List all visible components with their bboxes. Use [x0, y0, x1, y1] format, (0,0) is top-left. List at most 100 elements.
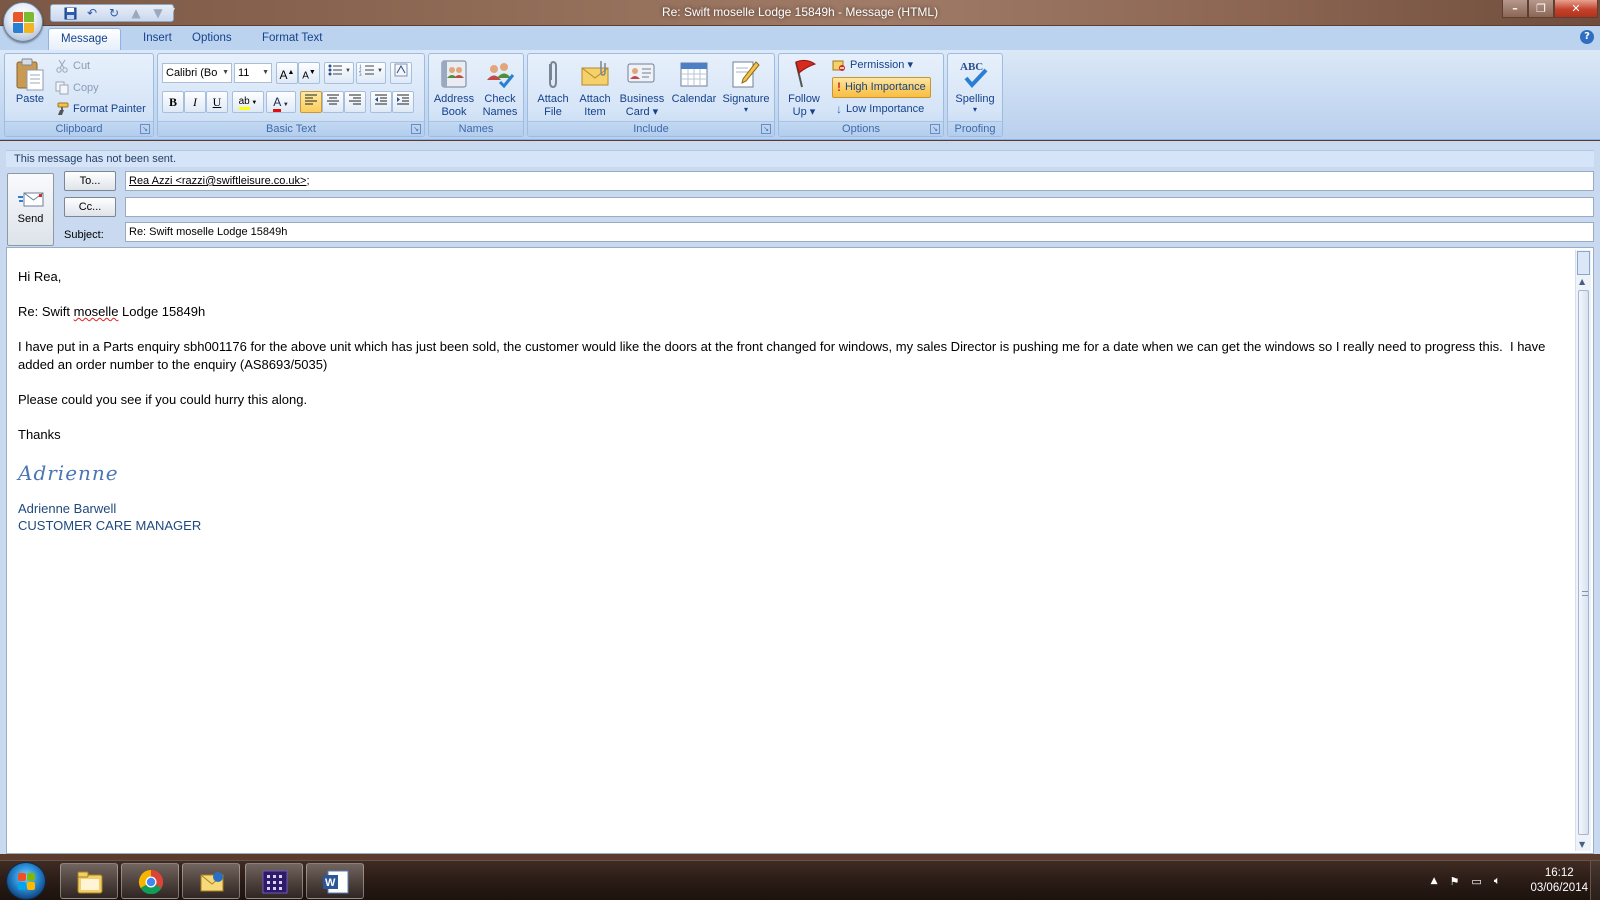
tab-message[interactable]: Message	[48, 28, 121, 50]
misspelled-word[interactable]: moselle	[74, 304, 119, 319]
align-left-button[interactable]	[300, 91, 322, 113]
calendar-button[interactable]: Calendar	[668, 56, 720, 120]
align-center-button[interactable]	[322, 91, 344, 113]
shrink-font-button[interactable]: A▼	[298, 62, 320, 84]
font-color-button[interactable]: A ▼	[266, 91, 296, 113]
copy-label: Copy	[73, 82, 99, 94]
underline-button[interactable]: U	[206, 91, 228, 113]
styles-button[interactable]	[390, 62, 412, 84]
business-card-button[interactable]: Business Card ▾	[616, 56, 668, 120]
check-names-label-2: Names	[482, 106, 518, 118]
abc-text: ABC	[960, 61, 983, 73]
tab-options[interactable]: Options	[180, 28, 244, 50]
italic-button[interactable]: I	[184, 91, 206, 113]
message-body-editor[interactable]: Hi Rea, Re: Swift moselle Lodge 15849h I…	[6, 247, 1594, 854]
network-icon[interactable]: ▭	[1471, 875, 1481, 888]
taskbar-chrome[interactable]	[121, 863, 179, 899]
include-group-label: Include	[528, 121, 774, 136]
to-button[interactable]: To...	[64, 171, 116, 191]
chevron-down-icon: ▾	[743, 105, 748, 114]
font-size-combo[interactable]: 11 ▼	[234, 63, 272, 83]
attach-file-button[interactable]: Attach File	[530, 56, 576, 120]
vertical-scrollbar[interactable]: ▲ ▼	[1575, 250, 1591, 851]
start-button[interactable]	[6, 862, 46, 900]
paste-icon	[14, 58, 46, 91]
restore-icon[interactable]: ❐	[1528, 0, 1554, 18]
options-group-label: Options	[779, 121, 943, 136]
cc-button[interactable]: Cc...	[64, 197, 116, 217]
check-names-button[interactable]: Check Names	[477, 56, 523, 120]
proofing-group: ABC Spelling ▾ Proofing	[947, 53, 1003, 137]
tab-insert[interactable]: Insert	[131, 28, 184, 50]
grow-font-button[interactable]: A▲	[276, 62, 298, 84]
bold-button[interactable]: B	[162, 91, 184, 113]
high-importance-button[interactable]: ! High Importance	[832, 77, 931, 98]
highlighter-icon: ab	[238, 96, 250, 110]
cut-label: Cut	[73, 60, 91, 72]
increase-indent-button[interactable]	[392, 91, 414, 113]
office-button[interactable]	[3, 2, 43, 42]
minimize-icon[interactable]: –	[1502, 0, 1528, 18]
action-center-flag-icon[interactable]: ⚑	[1450, 875, 1460, 888]
attach-file-label-2: File	[544, 106, 562, 118]
taskbar-word[interactable]: W	[306, 863, 364, 899]
subject-field[interactable]: Re: Swift moselle Lodge 15849h	[125, 222, 1594, 242]
low-importance-button[interactable]: ↓ Low Importance	[836, 99, 924, 119]
calendar-label: Calendar	[671, 93, 717, 105]
scroll-down-icon[interactable]: ▼	[1579, 840, 1585, 849]
view-ruler-icon[interactable]	[1577, 251, 1590, 275]
outlook-icon	[198, 869, 226, 895]
spelling-button[interactable]: ABC Spelling ▾	[952, 56, 998, 120]
dialog-launcher-icon[interactable]: ↘	[411, 124, 421, 134]
highlight-button[interactable]: ab ▼	[232, 91, 264, 113]
tab-format-text[interactable]: Format Text	[250, 28, 335, 50]
signature-button[interactable]: Signature ▾	[720, 56, 772, 120]
send-button[interactable]: Send	[7, 173, 54, 246]
taskbar-explorer[interactable]	[60, 863, 118, 899]
svg-text:▼: ▼	[345, 68, 351, 74]
follow-up-label-1: Follow	[788, 93, 820, 105]
scroll-up-icon[interactable]: ▲	[1579, 277, 1585, 286]
follow-up-button[interactable]: Follow Up ▾	[781, 56, 827, 120]
dialog-launcher-icon[interactable]: ↘	[140, 124, 150, 134]
show-hidden-icons-icon[interactable]: ▲	[1431, 876, 1438, 886]
copy-button[interactable]: Copy	[55, 78, 99, 98]
taskbar-outlook[interactable]	[182, 863, 240, 899]
paste-button[interactable]: Paste	[7, 56, 53, 120]
paste-label: Paste	[15, 93, 45, 105]
volume-icon[interactable]: 🔈︎	[1494, 874, 1501, 888]
decrease-indent-icon	[374, 94, 388, 109]
font-name-value: Calibri (Bo	[166, 67, 218, 79]
names-group-label: Names	[429, 121, 523, 136]
taskbar-clock[interactable]: 16:12 03/06/2014	[1530, 866, 1588, 896]
numbering-button[interactable]: 1 2 3 ▼	[356, 62, 386, 84]
taskbar-app[interactable]	[245, 863, 303, 899]
align-left-icon	[304, 94, 318, 109]
permission-button[interactable]: Permission ▾	[832, 55, 913, 75]
low-importance-label: Low Importance	[846, 103, 925, 115]
address-book-button[interactable]: Address Book	[431, 56, 477, 120]
scroll-thumb[interactable]	[1578, 290, 1589, 835]
to-field[interactable]: Rea Azzi <razzi@swiftleisure.co.uk>;	[125, 171, 1594, 191]
cut-button[interactable]: Cut	[55, 56, 90, 76]
decrease-indent-button[interactable]	[370, 91, 392, 113]
align-right-button[interactable]	[344, 91, 366, 113]
bullets-button[interactable]: ▼	[324, 62, 354, 84]
dialog-launcher-icon[interactable]: ↘	[930, 124, 940, 134]
follow-up-label-2: Up ▾	[792, 106, 816, 118]
align-center-icon	[326, 94, 340, 109]
to-recipient[interactable]: Rea Azzi <razzi@swiftleisure.co.uk>	[129, 175, 306, 187]
dialog-launcher-icon[interactable]: ↘	[761, 124, 771, 134]
signature-title: CUSTOMER CARE MANAGER	[18, 518, 202, 533]
show-desktop-button[interactable]	[1590, 861, 1600, 900]
svg-text:3: 3	[359, 73, 362, 77]
message-body[interactable]: Hi Rea, Re: Swift moselle Lodge 15849h I…	[18, 268, 1558, 534]
font-name-combo[interactable]: Calibri (Bo ▼	[162, 63, 232, 83]
help-icon[interactable]: ?	[1580, 30, 1594, 44]
close-icon[interactable]: ✕	[1554, 0, 1598, 18]
format-painter-button[interactable]: Format Painter	[55, 99, 146, 119]
cc-field[interactable]	[125, 197, 1594, 217]
svg-text:W: W	[325, 877, 336, 889]
calendar-icon	[678, 58, 710, 90]
attach-item-button[interactable]: Attach Item	[572, 56, 618, 120]
